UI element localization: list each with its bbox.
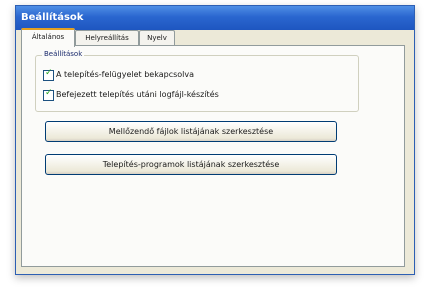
monitoring-checkbox[interactable]: ✓ xyxy=(43,68,54,81)
settings-window: Beállítások Általános Helyreállítás Nyel… xyxy=(15,5,415,275)
tab-altalanos[interactable]: Általános xyxy=(21,28,75,47)
tab-helyreallitas[interactable]: Helyreállítás xyxy=(75,30,139,45)
settings-groupbox: Beállítások ✓ A telepítés-felügyelet bek… xyxy=(35,50,359,112)
checkmark-icon: ✓ xyxy=(45,88,53,98)
title-bar[interactable]: Beállítások xyxy=(16,6,414,30)
window-title: Beállítások xyxy=(21,12,84,23)
edit-setup-list-button[interactable]: Telepítés-programok listájának szerkeszt… xyxy=(45,154,337,175)
window-content: Általános Helyreállítás Nyelv Beállításo… xyxy=(16,28,414,274)
monitoring-label[interactable]: A telepítés-felügyelet bekapcsolva xyxy=(56,70,194,79)
checkmark-icon: ✓ xyxy=(45,68,53,78)
tab-nyelv[interactable]: Nyelv xyxy=(139,30,175,45)
edit-ignore-list-button[interactable]: Mellőzendő fájlok listájának szerkesztés… xyxy=(45,121,337,142)
groupbox-title: Beállítások xyxy=(42,50,85,58)
logfile-checkbox[interactable]: ✓ xyxy=(43,88,54,101)
tab-page-general: Beállítások ✓ A telepítés-felügyelet bek… xyxy=(21,45,405,267)
logfile-label[interactable]: Befejezett telepítés utáni logfájl-készí… xyxy=(56,90,219,99)
